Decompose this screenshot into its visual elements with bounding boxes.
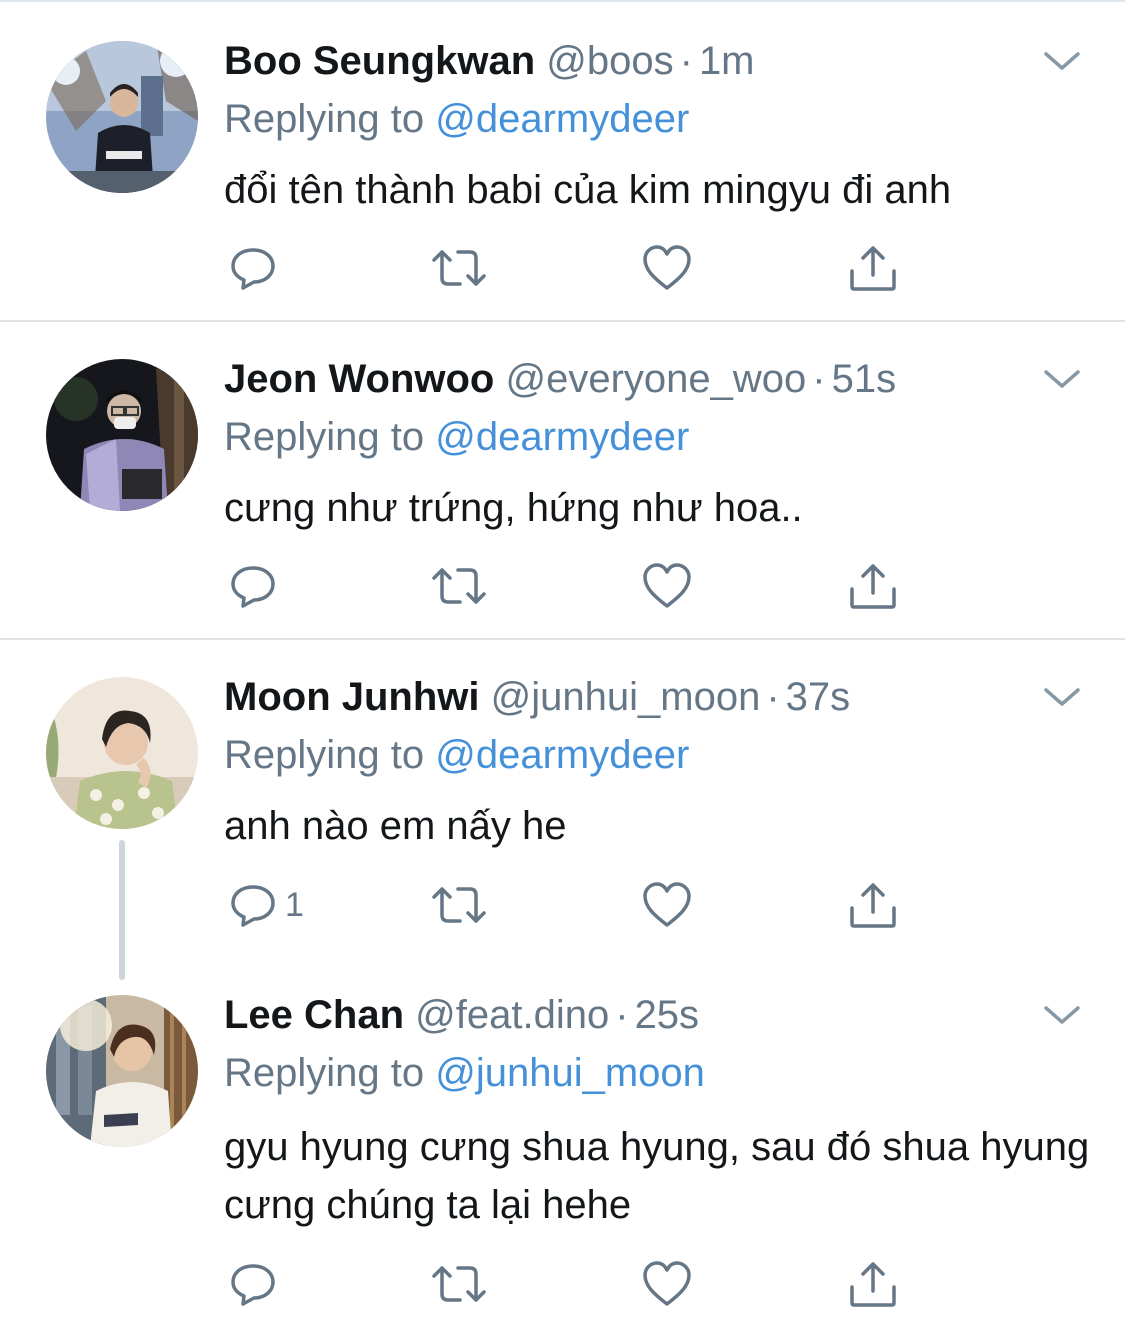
- chevron-down-icon[interactable]: [1042, 48, 1082, 74]
- reply-icon: [231, 1264, 275, 1306]
- heart-icon: [643, 245, 691, 290]
- reply-button[interactable]: [229, 556, 285, 616]
- avatar[interactable]: [46, 677, 198, 829]
- replying-to-label: Replying to: [224, 733, 425, 777]
- share-button[interactable]: [848, 1254, 898, 1314]
- like-button[interactable]: [642, 238, 692, 298]
- heart-icon: [643, 1261, 691, 1306]
- share-icon: [850, 883, 896, 928]
- replying-to: Replying to @dearmydeer: [224, 731, 689, 779]
- replying-to-label: Replying to: [224, 415, 425, 459]
- replying-to-mention[interactable]: @dearmydeer: [435, 415, 689, 459]
- tweet-text: đổi tên thành babi của kim mingyu đi anh: [224, 168, 952, 212]
- reply-icon: [231, 248, 275, 290]
- display-name[interactable]: Boo Seungkwan: [224, 39, 535, 83]
- chevron-down-icon[interactable]: [1042, 684, 1082, 710]
- share-icon: [850, 564, 896, 609]
- avatar[interactable]: [46, 359, 198, 511]
- tweet-4[interactable]: Lee Chan @feat.dino · 25s Replying to @jun…: [0, 958, 1125, 1336]
- avatar[interactable]: [46, 995, 198, 1147]
- replying-to: Replying to @junhui_moon: [224, 1049, 705, 1097]
- tweet-2[interactable]: Jeon Wonwoo @everyone_woo · 51s Replying t…: [0, 322, 1125, 640]
- replying-to: Replying to @dearmydeer: [224, 413, 689, 461]
- action-bar: [224, 238, 924, 298]
- replying-to-label: Replying to: [224, 97, 425, 141]
- reply-count: 1: [285, 885, 304, 924]
- replying-to-label: Replying to: [224, 1051, 425, 1095]
- tweet-header: Boo Seungkwan @boos · 1m: [224, 37, 755, 85]
- tweet-header: Moon Junhwi @junhui_moon · 37s: [224, 673, 850, 721]
- action-bar: [224, 1254, 924, 1314]
- share-button[interactable]: [848, 238, 898, 298]
- share-icon: [850, 246, 896, 291]
- retweet-button[interactable]: [430, 238, 488, 298]
- reply-icon: [231, 566, 275, 608]
- reply-button[interactable]: [229, 238, 285, 298]
- display-name[interactable]: Jeon Wonwoo: [224, 357, 494, 401]
- user-handle[interactable]: @boos: [546, 39, 673, 83]
- replying-to: Replying to @dearmydeer: [224, 95, 689, 143]
- action-bar: [224, 556, 924, 616]
- chevron-down-icon[interactable]: [1042, 366, 1082, 392]
- tweet-header: Jeon Wonwoo @everyone_woo · 51s: [224, 355, 896, 403]
- tweet-1[interactable]: Boo Seungkwan @boos · 1m Replying to @dear…: [0, 0, 1125, 322]
- user-handle[interactable]: @junhui_moon: [491, 675, 761, 719]
- chevron-down-icon[interactable]: [1042, 1002, 1082, 1028]
- tweet-header: Lee Chan @feat.dino · 25s: [224, 991, 699, 1039]
- timestamp[interactable]: 37s: [786, 675, 851, 719]
- like-button[interactable]: [642, 1254, 692, 1314]
- separator-dot: ·: [615, 993, 629, 1037]
- reply-button[interactable]: [229, 1254, 285, 1314]
- avatar[interactable]: [46, 41, 198, 193]
- timestamp[interactable]: 1m: [699, 39, 755, 83]
- user-handle[interactable]: @everyone_woo: [505, 357, 806, 401]
- retweet-icon: [432, 568, 486, 604]
- separator-dot: ·: [812, 357, 826, 401]
- share-icon: [850, 1262, 896, 1307]
- retweet-icon: [432, 887, 486, 923]
- replying-to-mention[interactable]: @dearmydeer: [435, 97, 689, 141]
- tweet-text: cưng như trứng, hứng như hoa..: [224, 486, 803, 530]
- timestamp[interactable]: 51s: [832, 357, 897, 401]
- retweet-icon: [432, 250, 486, 286]
- heart-icon: [643, 563, 691, 608]
- retweet-button[interactable]: [430, 1254, 488, 1314]
- separator-dot: ·: [766, 675, 780, 719]
- tweet-text: gyu hyung cưng shua hyung, sau đó shua h…: [224, 1125, 1090, 1227]
- like-button[interactable]: [642, 875, 692, 935]
- replying-to-mention[interactable]: @dearmydeer: [435, 733, 689, 777]
- heart-icon: [643, 882, 691, 927]
- display-name[interactable]: Lee Chan: [224, 993, 404, 1037]
- retweet-button[interactable]: [430, 556, 488, 616]
- reply-icon: [231, 885, 275, 927]
- display-name[interactable]: Moon Junhwi: [224, 675, 480, 719]
- timestamp[interactable]: 25s: [635, 993, 700, 1037]
- share-button[interactable]: [848, 556, 898, 616]
- retweet-icon: [432, 1266, 486, 1302]
- like-button[interactable]: [642, 556, 692, 616]
- tweet-3[interactable]: Moon Junhwi @junhui_moon · 37s Replying to…: [0, 640, 1125, 980]
- action-bar: 1: [224, 875, 924, 935]
- replying-to-mention[interactable]: @junhui_moon: [435, 1051, 705, 1095]
- reply-button[interactable]: 1: [229, 875, 304, 935]
- share-button[interactable]: [848, 875, 898, 935]
- tweet-text: anh nào em nấy he: [224, 804, 567, 848]
- retweet-button[interactable]: [430, 875, 488, 935]
- user-handle[interactable]: @feat.dino: [415, 993, 609, 1037]
- separator-dot: ·: [679, 39, 693, 83]
